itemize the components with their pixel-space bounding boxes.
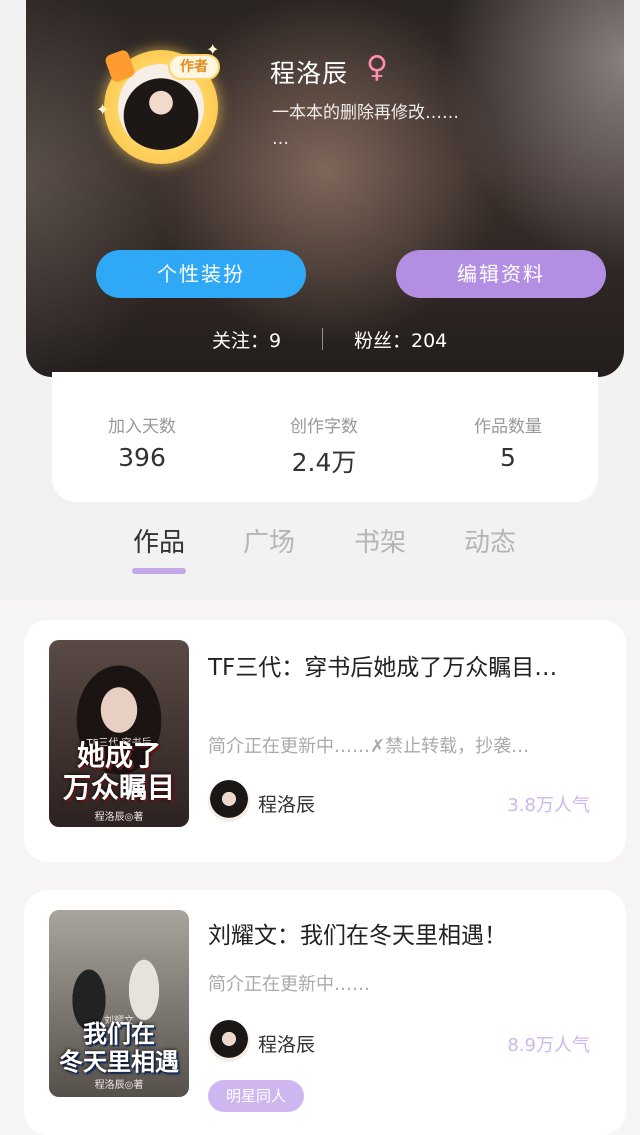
cover-author: 程洛辰◎著: [94, 1080, 144, 1091]
stat-label: 创作字数: [290, 417, 358, 437]
work-author: 程洛辰: [258, 794, 316, 816]
female-icon: ♀: [366, 50, 388, 85]
stat-value: 396: [118, 443, 166, 472]
tab-indicator: [353, 568, 407, 574]
work-title[interactable]: TF三代：穿书后她成了万众瞩目…: [208, 648, 618, 682]
tab-indicator: [463, 568, 517, 574]
sparkle-icon: ✦: [96, 100, 110, 119]
work-intro: 简介正在更新中……✗禁止转载，抄袭…: [208, 736, 530, 757]
work-card[interactable]: TF三代·穿书后 她成了 万众瞩目 程洛辰◎著 TF三代：穿书后她成了万众瞩目……: [24, 620, 626, 862]
popularity-count: 3.8万人气: [507, 795, 590, 816]
tab-moments[interactable]: 动态: [450, 522, 530, 574]
tab-label: 广场: [242, 528, 295, 558]
book-cover[interactable]: TF三代·穿书后 她成了 万众瞩目 程洛辰◎著: [49, 640, 189, 827]
avatar[interactable]: 作者 ✦ ✦: [96, 40, 226, 170]
book-cover[interactable]: 刘耀文 我们在 冬天里相遇 程洛辰◎著: [49, 910, 189, 1097]
tab-label: 动态: [463, 528, 516, 558]
fans-count[interactable]: 粉丝：204: [354, 326, 447, 353]
user-bio: 一本本的删除再修改…… …: [272, 103, 459, 149]
user-name: 程洛辰: [270, 59, 349, 88]
stat-label: 作品数量: [474, 417, 542, 437]
tab-bookshelf[interactable]: 书架: [340, 522, 420, 574]
stat-value: 5: [500, 443, 516, 472]
edit-profile-button[interactable]: 编辑资料: [396, 250, 606, 298]
work-card[interactable]: 刘耀文 我们在 冬天里相遇 程洛辰◎著 刘耀文：我们在冬天里相遇！ 简介正在更新…: [24, 890, 626, 1135]
stat-word-count: 创作字数 2.4万: [254, 412, 394, 479]
tab-label: 书架: [353, 528, 406, 558]
cover-author: 程洛辰◎著: [94, 812, 144, 823]
stat-works-count: 作品数量 5: [438, 412, 578, 472]
stat-join-days: 加入天数 396: [72, 412, 212, 472]
popularity-count: 8.9万人气: [507, 1035, 590, 1056]
work-title[interactable]: 刘耀文：我们在冬天里相遇！: [208, 916, 618, 950]
cover-title: 她成了 万众瞩目: [62, 739, 175, 804]
sparkle-icon: ✦: [206, 40, 220, 59]
profile-tabs: 作品 广场 书架 动态: [0, 522, 640, 582]
active-tab-indicator: [132, 568, 186, 574]
follow-count[interactable]: 关注：9: [212, 326, 281, 353]
divider: [322, 328, 323, 350]
tab-indicator: [242, 568, 296, 574]
stat-label: 加入天数: [108, 417, 176, 437]
profile-header: 作者 ✦ ✦ 程洛辰 ♀ 一本本的删除再修改…… … 个性装扮 编辑资料 关注：…: [26, 0, 624, 377]
work-author: 程洛辰: [258, 1034, 316, 1056]
stat-value: 2.4万: [291, 448, 357, 477]
genre-tag[interactable]: 明星同人: [208, 1080, 305, 1112]
work-intro: 简介正在更新中……: [208, 974, 370, 995]
tab-square[interactable]: 广场: [229, 522, 309, 574]
cover-title: 我们在 冬天里相遇: [59, 1019, 179, 1076]
tab-label: 作品: [132, 528, 185, 558]
dress-up-button[interactable]: 个性装扮: [96, 250, 306, 298]
author-avatar: [208, 780, 250, 822]
tab-works[interactable]: 作品: [119, 522, 199, 574]
author-avatar: [208, 1020, 250, 1062]
author-stats-card: 加入天数 396 创作字数 2.4万 作品数量 5: [52, 372, 598, 502]
